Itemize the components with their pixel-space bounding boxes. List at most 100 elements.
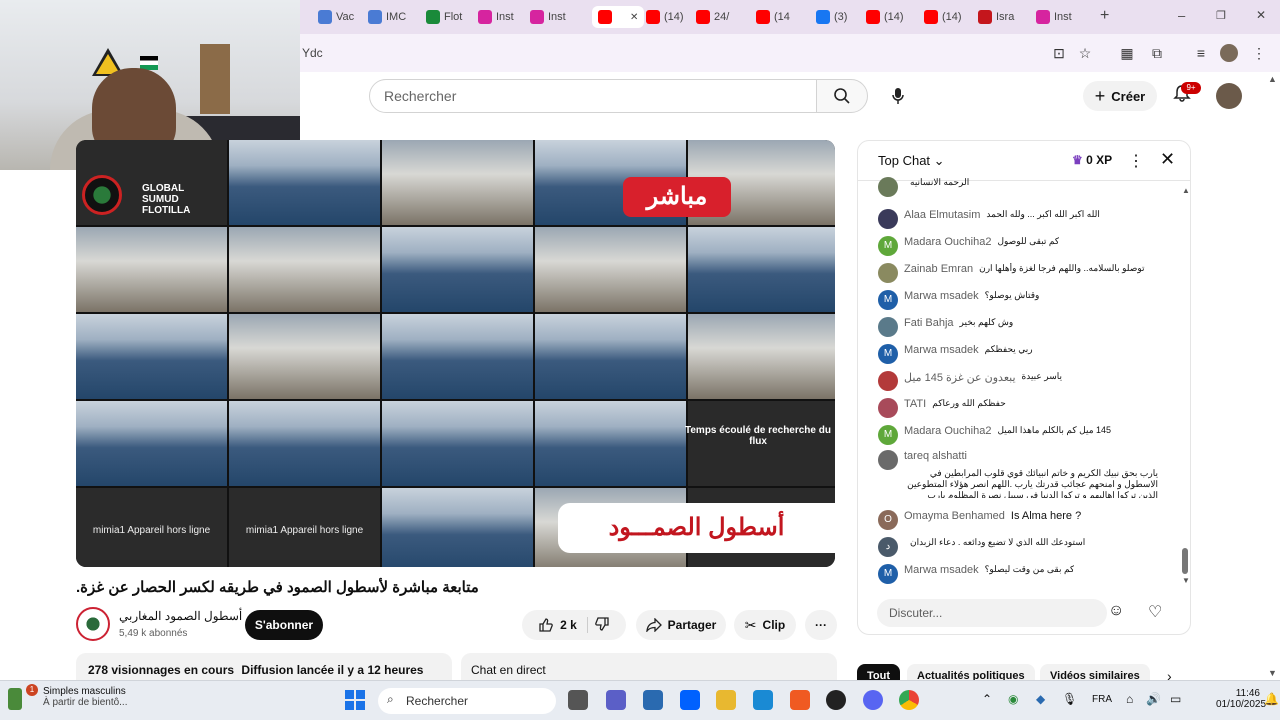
bookmark-star-icon[interactable]: ☆ xyxy=(1076,44,1094,62)
chat-author-name[interactable]: Zainab Emran xyxy=(904,263,973,279)
show-hidden-icons[interactable]: ⌃ xyxy=(982,692,992,706)
chat-author-name[interactable]: Alaa Elmutasim xyxy=(904,209,980,225)
browser-tab[interactable]: Inst xyxy=(478,6,514,28)
voice-search-button[interactable] xyxy=(880,80,916,112)
browser-tab[interactable]: Inst xyxy=(530,6,566,28)
address-bar[interactable]: Ydc ⊡ ☆ ▦ ⧉ ≡ ⋮ xyxy=(300,34,1280,72)
url-text[interactable]: Ydc xyxy=(302,46,323,60)
browser-tab[interactable]: (14) xyxy=(646,6,684,28)
browser-tab[interactable]: (3) xyxy=(816,6,847,28)
chat-message[interactable]: tareq alshatti يارب بحق نبيك الكريم و خات… xyxy=(878,450,1158,498)
chat-author-name[interactable]: Madara Ouchiha2 xyxy=(904,236,991,252)
microphone-tray-icon[interactable]: 🎙 xyxy=(1062,692,1077,706)
create-button[interactable]: + Créer xyxy=(1083,81,1157,111)
share-button[interactable]: Partager xyxy=(636,610,726,640)
chat-menu-icon[interactable]: ⋮ xyxy=(1128,151,1144,171)
chat-message[interactable]: الرحمه الانسانيه xyxy=(878,177,1158,197)
taskbar-search[interactable]: ⌕ Rechercher xyxy=(378,688,556,714)
system-clock[interactable]: 11:46 01/10/2025 xyxy=(1216,688,1266,710)
browser-tab[interactable]: Flot xyxy=(426,6,462,28)
page-scroll-down-icon[interactable]: ▼ xyxy=(1268,668,1277,678)
subscribe-button[interactable]: S'abonner xyxy=(245,610,323,640)
chat-author-avatar[interactable]: د xyxy=(878,537,898,557)
widget-news[interactable]: Simples masculins À partir de bientô... xyxy=(26,686,128,708)
chat-author-name[interactable]: tareq alshatti xyxy=(904,450,967,462)
store-icon[interactable] xyxy=(643,690,663,710)
tray-shield-icon[interactable]: ◆ xyxy=(1036,692,1045,706)
chat-author-name[interactable]: Marwa msadek xyxy=(904,564,979,580)
task-view-icon[interactable] xyxy=(568,690,588,710)
chat-message[interactable]: TATI حفظكم الله ورعاكم xyxy=(878,398,1158,418)
chat-message[interactable]: M Marwa msadek وقتاش يوصلو؟ xyxy=(878,290,1158,310)
chat-author-name[interactable]: TATI xyxy=(904,398,926,414)
windows-start-icon[interactable] xyxy=(345,690,365,710)
volume-icon[interactable]: 🔊 xyxy=(1146,692,1161,706)
chrome-icon[interactable] xyxy=(899,690,919,710)
new-tab-button[interactable]: + xyxy=(1100,7,1109,25)
widget-icon[interactable] xyxy=(8,688,22,710)
browser-tab[interactable]: IMC xyxy=(368,6,406,28)
chat-message[interactable]: M Madara Ouchiha2 145 ميل كم بالكلم ماهذا … xyxy=(878,425,1158,445)
discord-icon[interactable] xyxy=(863,690,883,710)
chat-message[interactable]: M Marwa msadek ربي يحفظكم xyxy=(878,344,1158,364)
chat-author-avatar[interactable] xyxy=(878,209,898,229)
scroll-down-icon[interactable]: ▼ xyxy=(1182,576,1190,585)
chat-author-name[interactable]: Omayma Benhamed xyxy=(904,510,1005,526)
dislike-button[interactable] xyxy=(594,616,610,635)
chat-author-avatar[interactable]: O xyxy=(878,510,898,530)
browser-tab[interactable]: (14) xyxy=(924,6,962,28)
search-button[interactable] xyxy=(816,79,868,113)
more-actions-button[interactable]: ··· xyxy=(805,610,837,640)
emoji-icon[interactable]: ☺ xyxy=(1108,602,1124,620)
chat-message[interactable]: د استودعك الله الذي لا تضيع ودائعه . دعاء… xyxy=(878,537,1158,557)
language-indicator[interactable]: FRA xyxy=(1092,694,1112,705)
chat-author-avatar[interactable] xyxy=(878,263,898,283)
clip-button[interactable]: ✂ Clip xyxy=(734,610,796,640)
chat-author-avatar[interactable] xyxy=(878,398,898,418)
page-scroll-up-icon[interactable]: ▲ xyxy=(1268,74,1277,84)
channel-avatar[interactable] xyxy=(76,607,110,641)
close-window-button[interactable]: ✕ xyxy=(1256,8,1266,22)
chat-scrollbar[interactable]: ▲ ▼ xyxy=(1182,186,1190,585)
chat-author-avatar[interactable]: M xyxy=(878,425,898,445)
chat-message[interactable]: Fati Bahja وش كلهم بخير xyxy=(878,317,1158,337)
chat-author-avatar[interactable] xyxy=(878,371,898,391)
network-icon[interactable]: ⌂ xyxy=(1126,692,1133,706)
browser-tab[interactable]: Isra xyxy=(978,6,1014,28)
tray-app-icon[interactable]: ◉ xyxy=(1008,692,1018,706)
browser-tab[interactable]: (14) xyxy=(866,6,904,28)
chat-author-avatar[interactable]: M xyxy=(878,564,898,584)
heart-icon[interactable]: ♡ xyxy=(1148,602,1162,622)
chat-author-avatar[interactable]: M xyxy=(878,290,898,310)
minimize-button[interactable]: – xyxy=(1178,8,1185,23)
chat-author-name[interactable]: Marwa msadek xyxy=(904,290,979,306)
chat-message[interactable]: يبعدون عن غزة 145 ميل ياسر عبيدة xyxy=(878,371,1158,391)
chat-author-avatar[interactable]: M xyxy=(878,344,898,364)
scrollbar-thumb[interactable] xyxy=(1182,548,1188,574)
browser-tab[interactable]: ✕ xyxy=(592,6,645,28)
close-chat-icon[interactable]: ✕ xyxy=(1160,149,1175,170)
chat-message[interactable]: M Madara Ouchiha2 كم تبقى للوصول xyxy=(878,236,1158,256)
dropbox-icon[interactable] xyxy=(680,690,700,710)
chat-author-name[interactable]: Fati Bahja xyxy=(904,317,954,333)
search-input[interactable]: Rechercher xyxy=(369,79,817,113)
chat-message[interactable]: Alaa Elmutasim الله اكبر الله اكبر ... ول… xyxy=(878,209,1158,229)
extensions-icon[interactable]: ⧉ xyxy=(1148,44,1166,62)
chat-author-avatar[interactable]: M xyxy=(878,236,898,256)
media-control-icon[interactable]: ≡ xyxy=(1192,44,1210,62)
browser-tab[interactable]: 24/ xyxy=(696,6,729,28)
app-icon[interactable] xyxy=(753,690,773,710)
chat-author-name[interactable]: يبعدون عن غزة 145 ميل xyxy=(904,371,1016,387)
browser-tab[interactable]: Vac xyxy=(318,6,354,28)
chat-message[interactable]: O Omayma Benhamed Is Alma here ? xyxy=(878,510,1158,530)
profile-avatar[interactable] xyxy=(1220,44,1238,62)
xp-counter[interactable]: ♛ 0 XP xyxy=(1072,153,1112,167)
browser-menu-icon[interactable]: ⋮ xyxy=(1250,44,1268,62)
chat-message[interactable]: M Marwa msadek كم بقى من وقت ليصلو؟ xyxy=(878,564,1158,584)
chat-author-name[interactable]: Marwa msadek xyxy=(904,344,979,360)
scroll-up-icon[interactable]: ▲ xyxy=(1182,186,1190,195)
chat-mode-dropdown[interactable]: Top Chat ⌄ xyxy=(878,153,945,169)
chat-input[interactable]: Discuter... xyxy=(877,599,1107,627)
chat-author-avatar[interactable] xyxy=(878,177,898,197)
qr-icon[interactable]: ▦ xyxy=(1118,44,1136,62)
